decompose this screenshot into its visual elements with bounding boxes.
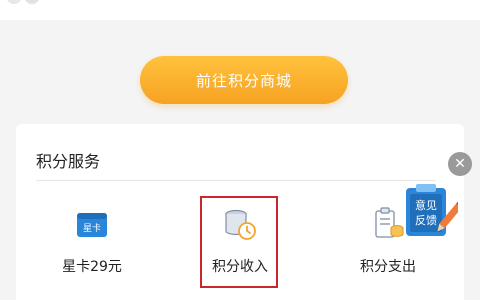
- feedback-label-line2: 反馈: [415, 214, 437, 227]
- feedback-widget[interactable]: 意见 反馈: [402, 182, 464, 242]
- feedback-label-line1: 意见: [415, 198, 437, 212]
- service-points-income[interactable]: 积分收入: [192, 196, 288, 288]
- panel-divider: [36, 180, 436, 181]
- close-icon: ✕: [454, 156, 466, 172]
- coins-clock-icon: [225, 209, 256, 240]
- service-points-expense-label: 积分支出: [360, 259, 416, 275]
- star-card-icon-text: 星卡: [83, 222, 101, 234]
- service-points-income-label: 积分收入: [212, 259, 268, 275]
- feedback-pencil-icon: 意见 反馈: [406, 184, 464, 236]
- header-logo-icon: [7, 0, 39, 4]
- star-card-icon: 星卡: [77, 213, 107, 237]
- coins-list-icon: [375, 207, 404, 238]
- go-to-points-mall-button[interactable]: 前往积分商城: [140, 56, 348, 104]
- service-star-card[interactable]: 星卡 星卡29元: [44, 196, 140, 288]
- panel-title: 积分服务: [36, 152, 101, 171]
- top-header-strip: [0, 0, 480, 20]
- close-button[interactable]: ✕: [448, 152, 472, 176]
- service-star-card-label: 星卡29元: [62, 259, 122, 275]
